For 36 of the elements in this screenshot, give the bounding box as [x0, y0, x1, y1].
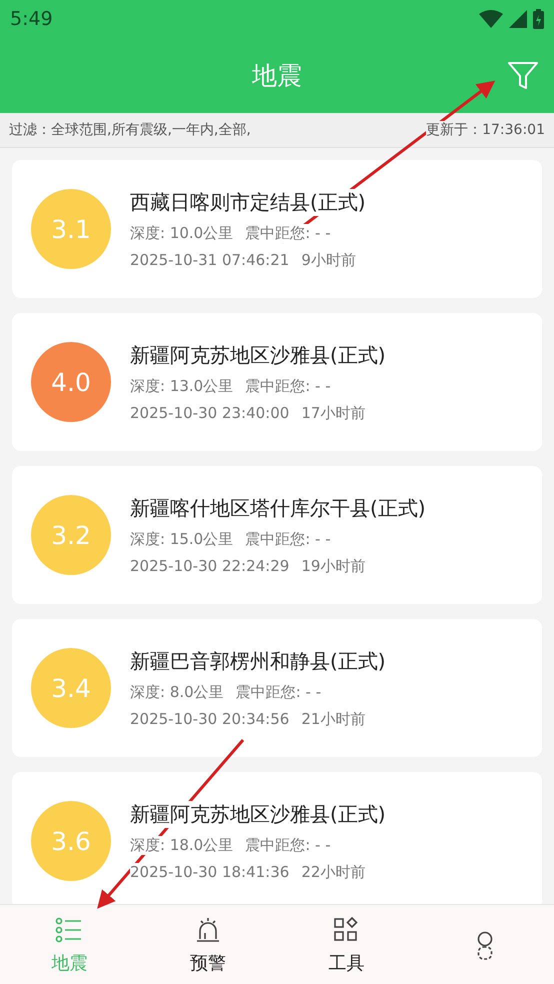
signal-icon	[509, 10, 527, 28]
quake-depth: 深度: 15.0公里	[130, 530, 234, 548]
quake-distance: 震中距您: - -	[245, 376, 331, 396]
update-time: 更新于：17:36:01	[426, 121, 545, 139]
quake-depth: 深度: 18.0公里	[130, 836, 234, 854]
magnitude-badge: 3.1	[31, 189, 111, 269]
quake-depth: 深度: 8.0公里	[130, 682, 224, 702]
magnitude-badge: 3.6	[31, 801, 111, 881]
quake-card[interactable]: 4.0 新疆阿克苏地区沙雅县(正式) 深度: 13.0公里 震中距您: - - 2025-10-30 23:40:00 17小时前	[12, 313, 542, 451]
quake-card[interactable]: 3.1 西藏日喀则市定结县(正式) 深度: 10.0公里 震中距您: - - 2025-10-31 07:46:21 9小时前	[12, 160, 542, 298]
quake-distance: 震中距您: - -	[236, 682, 322, 702]
quake-card[interactable]: 3.6 新疆阿克苏地区沙雅县(正式) 深度: 18.0公里 震中距您: - - 2025-10-30 18:41:36 22小时前	[12, 772, 542, 904]
nav-tab[interactable]: 预警	[138, 905, 277, 984]
status-time: 5:49	[10, 8, 53, 30]
quake-depth: 深度: 13.0公里	[130, 376, 234, 396]
quake-location: 西藏日喀则市定结县(正式)	[130, 188, 366, 216]
quake-age: 17小时前	[301, 404, 366, 422]
quake-age: 19小时前	[301, 556, 366, 576]
magnitude-badge: 3.4	[31, 648, 111, 728]
page-title: 地震	[252, 60, 302, 92]
quake-distance: 震中距您: - -	[245, 836, 331, 854]
quake-distance: 震中距您: - -	[245, 530, 331, 548]
filter-summary: 过滤：全球范围,所有震级,一年内,全部,	[9, 121, 251, 139]
quake-age: 9小时前	[301, 250, 356, 270]
battery-icon	[533, 9, 544, 29]
wifi-icon	[479, 10, 503, 28]
quake-age: 21小时前	[301, 710, 366, 728]
quake-card[interactable]: 3.4 新疆巴音郭楞州和静县(正式) 深度: 8.0公里 震中距您: - - 2025-10-30 20:34:56 21小时前	[12, 619, 542, 757]
magnitude-badge: 3.2	[31, 495, 111, 575]
nav-tab[interactable]: 工具	[277, 905, 416, 984]
quake-depth: 深度: 10.0公里	[130, 224, 234, 242]
quake-location: 新疆阿克苏地区沙雅县(正式)	[130, 800, 386, 828]
quake-card[interactable]: 3.2 新疆喀什地区塔什库尔干县(正式) 深度: 15.0公里 震中距您: - - 2025-10-30 22:24:29 19小时前	[12, 466, 542, 604]
quake-age: 22小时前	[301, 862, 366, 882]
magnitude-badge: 4.0	[31, 342, 111, 422]
quake-distance: 震中距您: - -	[245, 224, 331, 242]
